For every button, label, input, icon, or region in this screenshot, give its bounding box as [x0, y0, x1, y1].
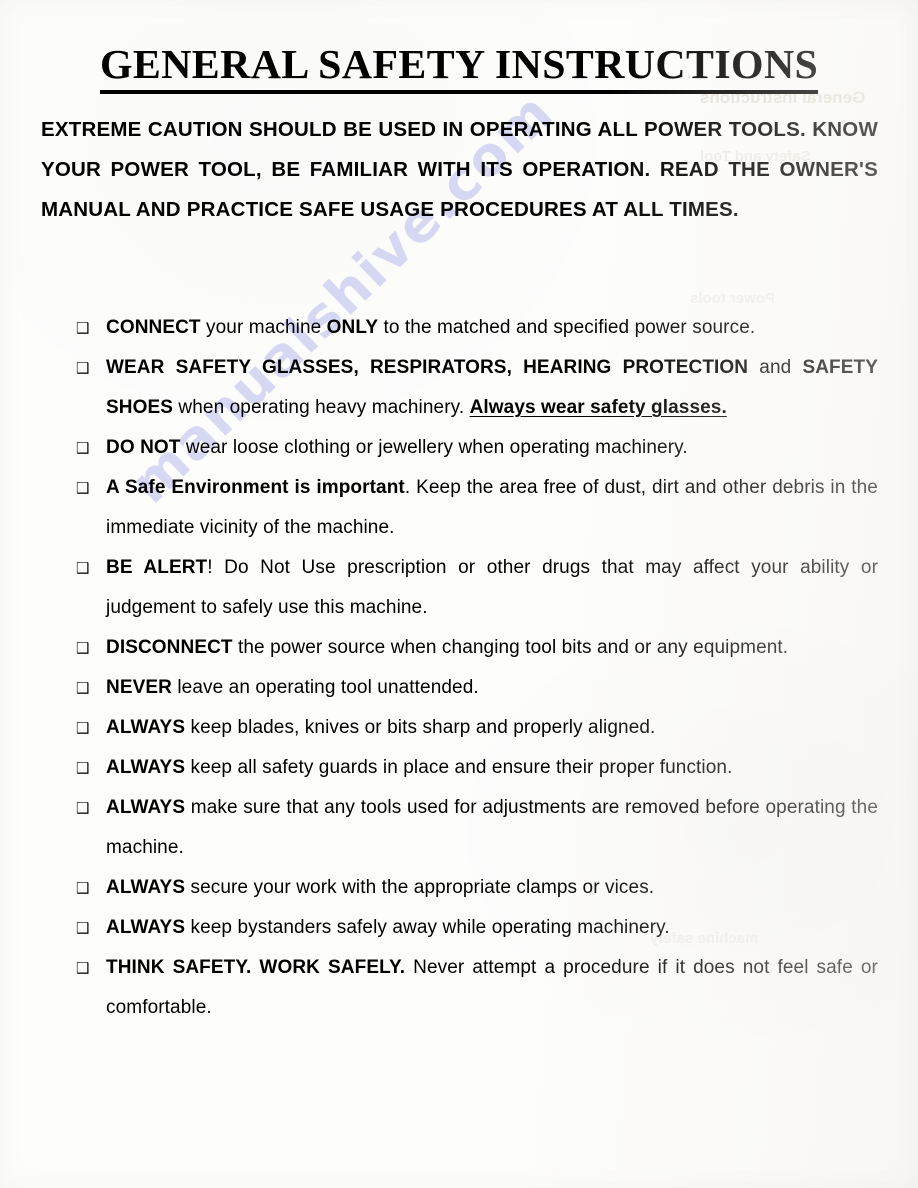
bleedthrough-ghost-text: Power tools [690, 290, 776, 307]
list-item-text-run: ALWAYS [106, 877, 186, 898]
list-item-text: BE ALERT! Do Not Use prescription or oth… [106, 548, 878, 628]
list-item-text: THINK SAFETY. WORK SAFELY. Never attempt… [106, 948, 878, 1028]
list-item-text-run: and [748, 357, 803, 378]
list-item: ❑ ALWAYS keep blades, knives or bits shar… [70, 708, 878, 748]
list-item-text-run: your machine [200, 317, 327, 338]
list-item: ❑ DO NOT wear loose clothing or jewellery… [70, 428, 878, 468]
bullet-square-icon: ❑ [76, 639, 90, 657]
list-item-text-run: ALWAYS [106, 717, 186, 738]
list-item-text-run: ALWAYS [106, 757, 186, 778]
list-item-text-run: keep bystanders safely away while operat… [185, 917, 670, 938]
list-item-text-run: WEAR SAFETY GLASSES, RESPIRATORS, HEARIN… [106, 357, 749, 378]
list-item-text-run: DISCONNECT [106, 637, 233, 658]
bullet-square-icon: ❑ [76, 479, 90, 497]
list-item-text-run: leave an operating tool unattended. [171, 677, 479, 698]
list-item-text-run: secure your work with the appropriate cl… [185, 877, 655, 898]
list-item-text-run: Always wear safety glasses. [469, 397, 727, 418]
intro-paragraph: EXTREME CAUTION SHOULD BE USED IN OPERAT… [41, 118, 878, 221]
document-page: General Instructions Safety and Tool Pow… [0, 0, 918, 1188]
list-item-text-run: keep blades, knives or bits sharp and pr… [185, 717, 656, 738]
list-item: ❑ ALWAYS keep all safety guards in place … [70, 748, 878, 788]
bullet-square-icon: ❑ [76, 759, 90, 777]
list-item-text: ALWAYS make sure that any tools used for… [106, 788, 878, 868]
list-item-text: DISCONNECT the power source when changin… [106, 628, 878, 668]
list-item-text-run: THINK SAFETY. WORK SAFELY. [106, 957, 406, 978]
list-item-text-run: make sure that any tools used for adjust… [106, 797, 878, 858]
list-item: ❑ CONNECT your machine ONLY to the matche… [70, 308, 878, 348]
bullet-square-icon: ❑ [76, 439, 90, 457]
bullet-square-icon: ❑ [76, 799, 90, 817]
list-item-text-run: wear loose clothing or jewellery when op… [180, 437, 688, 458]
list-item: ❑ THINK SAFETY. WORK SAFELY. Never attemp… [70, 948, 878, 1028]
list-item-text: ALWAYS keep blades, knives or bits sharp… [106, 708, 878, 748]
bullet-square-icon: ❑ [76, 359, 90, 377]
bullet-square-icon: ❑ [76, 919, 90, 937]
list-item: ❑ A Safe Environment is important. Keep t… [70, 468, 878, 548]
list-item: ❑ NEVER leave an operating tool unattende… [70, 668, 878, 708]
list-item-text: DO NOT wear loose clothing or jewellery … [106, 428, 878, 468]
safety-instruction-list: ❑ CONNECT your machine ONLY to the matche… [70, 308, 878, 1028]
list-item-text-run: ONLY [326, 317, 379, 338]
list-item-text-run: keep all safety guards in place and ensu… [185, 757, 733, 778]
bullet-square-icon: ❑ [76, 679, 90, 697]
page-title-container: GENERAL SAFETY INSTRUCTIONS [0, 44, 918, 94]
list-item: ❑ ALWAYS secure your work with the approp… [70, 868, 878, 908]
list-item-text-run: A Safe Environment is important [106, 477, 405, 498]
list-item-text-run: BE ALERT [106, 557, 208, 578]
bullet-square-icon: ❑ [76, 559, 90, 577]
list-item-text: ALWAYS keep all safety guards in place a… [106, 748, 878, 788]
list-item-text-run: when operating heavy machinery. [173, 397, 470, 418]
list-item-text: WEAR SAFETY GLASSES, RESPIRATORS, HEARIN… [106, 348, 878, 428]
list-item-text: ALWAYS keep bystanders safely away while… [106, 908, 878, 948]
list-item-text-run: CONNECT [106, 317, 201, 338]
bullet-square-icon: ❑ [76, 319, 90, 337]
bullet-square-icon: ❑ [76, 879, 90, 897]
list-item-text-run: ALWAYS [106, 797, 186, 818]
list-item: ❑ DISCONNECT the power source when changi… [70, 628, 878, 668]
list-item: ❑ ALWAYS make sure that any tools used fo… [70, 788, 878, 868]
list-item: ❑ BE ALERT! Do Not Use prescription or ot… [70, 548, 878, 628]
list-item-text-run: to the matched and specified power sourc… [378, 317, 756, 338]
list-item-text-run: ALWAYS [106, 917, 186, 938]
list-item-text-run: ! Do Not Use prescription or other drugs… [106, 557, 878, 618]
list-item-text-run: DO NOT [106, 437, 181, 458]
bullet-square-icon: ❑ [76, 719, 90, 737]
list-item-text: A Safe Environment is important. Keep th… [106, 468, 878, 548]
list-item: ❑ ALWAYS keep bystanders safely away whil… [70, 908, 878, 948]
list-item-text-run: the power source when changing tool bits… [232, 637, 789, 658]
list-item: ❑ WEAR SAFETY GLASSES, RESPIRATORS, HEARI… [70, 348, 878, 428]
list-item-text: CONNECT your machine ONLY to the matched… [106, 308, 878, 348]
bullet-square-icon: ❑ [76, 959, 90, 977]
list-item-text-run: NEVER [106, 677, 172, 698]
list-item-text: ALWAYS secure your work with the appropr… [106, 868, 878, 908]
page-title: GENERAL SAFETY INSTRUCTIONS [99, 44, 819, 94]
list-item-text: NEVER leave an operating tool unattended… [106, 668, 878, 708]
